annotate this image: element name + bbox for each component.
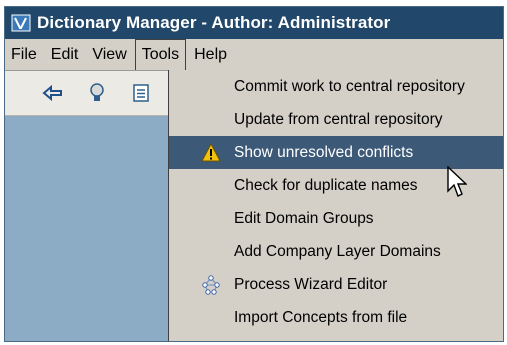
wizard-network-icon [202, 275, 220, 295]
title-bar[interactable]: Dictionary Manager - Author: Administrat… [5, 7, 503, 39]
menu-item-label: Process Wizard Editor [234, 275, 388, 293]
side-panel [5, 71, 169, 341]
menu-item-add-company-layer[interactable]: Add Company Layer Domains [169, 235, 503, 268]
menu-item-process-wizard[interactable]: Process Wizard Editor [169, 268, 503, 301]
menu-view[interactable]: View [86, 40, 132, 70]
list-icon[interactable] [129, 81, 153, 105]
menu-item-update[interactable]: Update from central repository [169, 103, 503, 136]
app-window: Dictionary Manager - Author: Administrat… [4, 6, 504, 342]
menu-edit[interactable]: Edit [45, 40, 85, 70]
menu-item-edit-domain-groups[interactable]: Edit Domain Groups [169, 202, 503, 235]
menu-item-label: Show unresolved conflicts [234, 143, 414, 161]
side-toolbar [5, 71, 169, 116]
lightbulb-icon[interactable] [85, 81, 109, 105]
menu-item-label: Commit work to central repository [234, 77, 465, 95]
menu-item-import-concepts[interactable]: Import Concepts from file [169, 301, 503, 334]
mouse-cursor-icon [447, 166, 467, 197]
menu-file[interactable]: File [5, 40, 43, 70]
menu-bar: File Edit View Tools Help [5, 39, 503, 71]
window-title: Dictionary Manager - Author: Administrat… [37, 13, 391, 32]
dictionary-app-icon [11, 14, 31, 32]
menu-item-label: Edit Domain Groups [234, 209, 374, 227]
menu-item-label: Import Concepts from file [234, 308, 408, 326]
menu-help[interactable]: Help [188, 40, 233, 70]
menu-tools[interactable]: Tools [134, 39, 187, 70]
menu-item-show-conflicts[interactable]: Show unresolved conflicts [169, 136, 503, 169]
swap-arrow-icon[interactable] [41, 81, 65, 105]
menu-item-label: Update from central repository [234, 110, 443, 128]
menu-item-commit[interactable]: Commit work to central repository [169, 70, 503, 103]
menu-item-label: Check for duplicate names [234, 176, 418, 194]
tools-dropdown-menu: Commit work to central repository Update… [168, 70, 503, 341]
warning-icon [201, 143, 221, 162]
menu-item-label: Add Company Layer Domains [234, 242, 441, 260]
